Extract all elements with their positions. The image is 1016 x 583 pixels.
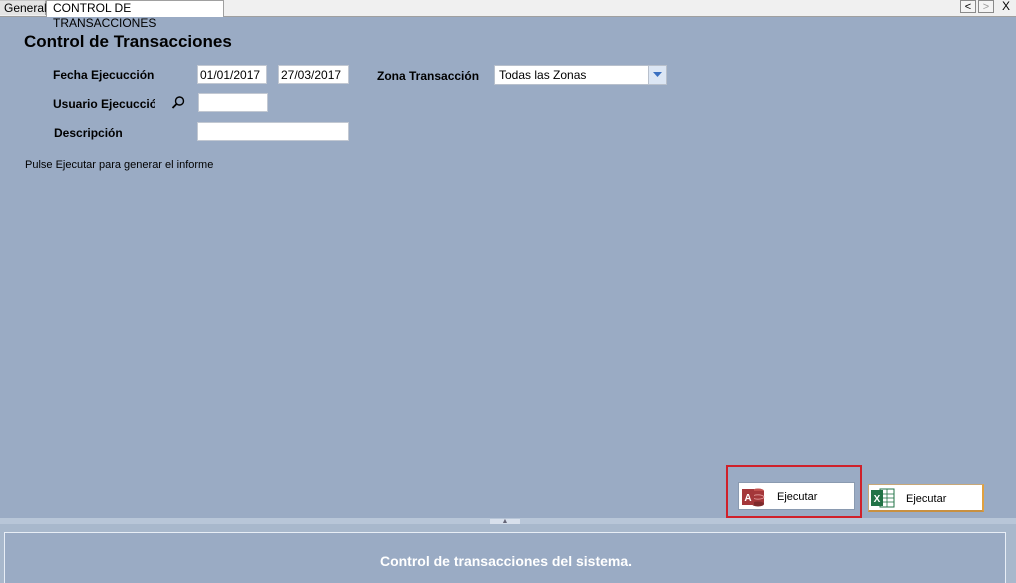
close-tab-button[interactable]: X — [996, 0, 1016, 13]
description-panel: Control de transacciones del sistema. — [4, 532, 1006, 583]
tab-scroll-prev-button[interactable]: < — [960, 0, 976, 13]
report-description: Control de transacciones del sistema. — [379, 553, 633, 569]
svg-text:X: X — [874, 494, 881, 505]
tab-bar: General CONTROL DE TRANSACCIONES < > X — [0, 0, 1016, 30]
zona-transaccion-label: Zona Transacción — [377, 69, 480, 83]
page-title: Control de Transacciones — [24, 32, 232, 51]
tab-scroll-next-button[interactable]: > — [978, 0, 994, 13]
chevron-down-icon[interactable] — [648, 66, 666, 84]
tab-general[interactable]: General — [0, 0, 47, 15]
fecha-desde-input[interactable] — [197, 65, 267, 84]
usuario-ejecucion-label: Usuario Ejecucción — [53, 97, 155, 111]
hint-text: Pulse Ejecutar para generar el informe — [25, 159, 214, 171]
access-icon: A — [742, 488, 765, 507]
ejecutar-access-button[interactable]: A Ejecutar — [738, 482, 855, 510]
ejecutar-excel-label: Ejecutar — [906, 493, 947, 505]
descripcion-label: Descripción — [54, 126, 123, 140]
zona-transaccion-select[interactable]: Todas las Zonas — [494, 65, 667, 85]
svg-text:A: A — [744, 493, 751, 504]
ejecutar-access-label: Ejecutar — [777, 491, 818, 503]
fecha-ejecucion-label: Fecha Ejecucción — [53, 68, 155, 82]
excel-icon: X — [871, 488, 895, 508]
zona-transaccion-value: Todas las Zonas — [499, 68, 587, 82]
descripcion-input[interactable] — [197, 122, 349, 141]
fecha-hasta-input[interactable] — [278, 65, 349, 84]
ejecutar-excel-button[interactable]: X Ejecutar — [868, 484, 984, 512]
usuario-ejecucion-input[interactable] — [198, 93, 268, 112]
tab-control-transacciones[interactable]: CONTROL DE TRANSACCIONES — [46, 0, 224, 30]
search-icon[interactable] — [170, 95, 186, 111]
